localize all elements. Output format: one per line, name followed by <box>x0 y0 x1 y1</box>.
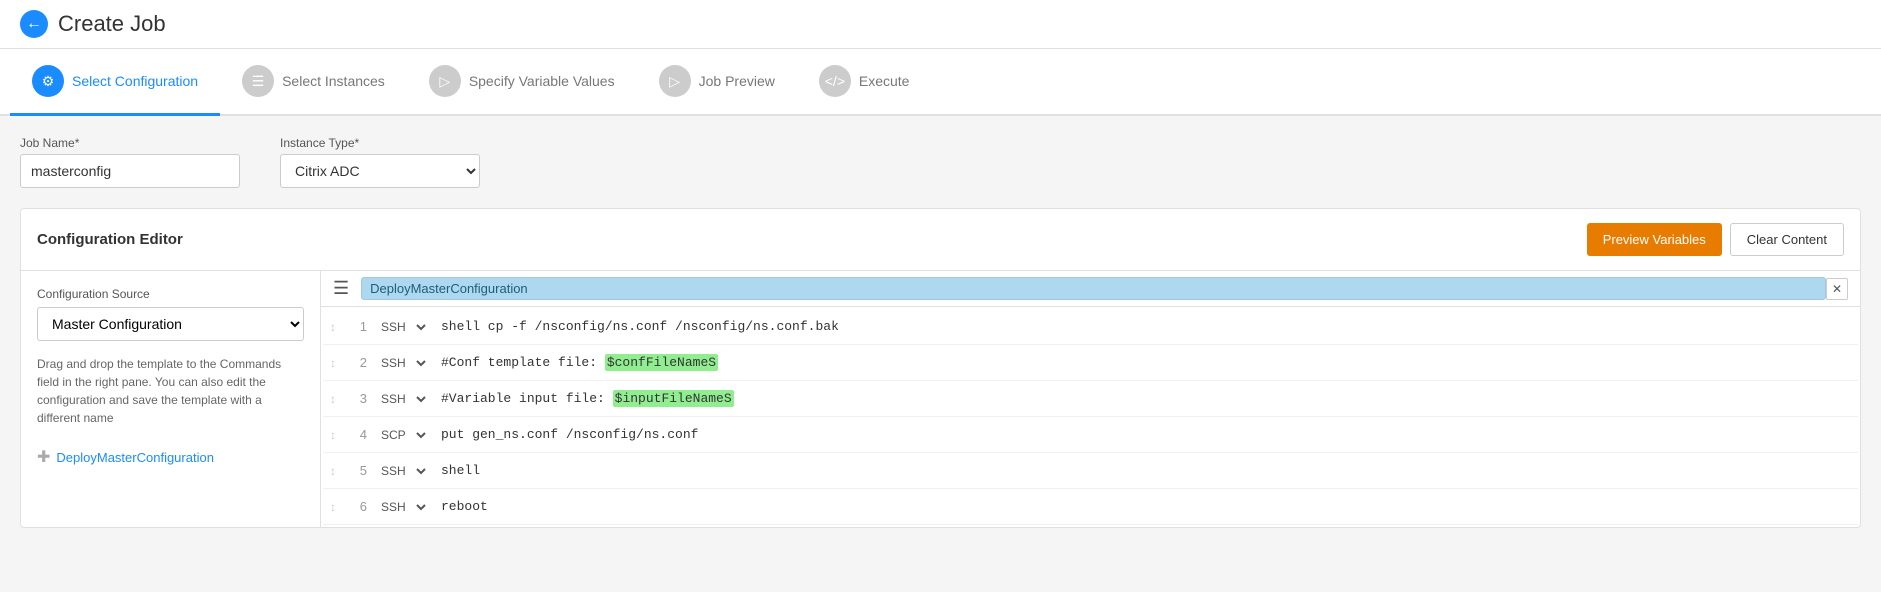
job-name-group: Job Name* <box>20 136 240 188</box>
row-type-select-1[interactable]: SSHSCP <box>377 319 429 335</box>
row-type-3: SSHSCP <box>373 391 433 407</box>
row-content-2: #Conf template file: $confFileNameS <box>433 349 1858 376</box>
page-header: ← Create Job <box>0 0 1881 49</box>
row-type-select-5[interactable]: SSHSCP <box>377 463 429 479</box>
table-row: ↕ 1 SSHSCP shell cp -f /nsconfig/ns.conf… <box>323 309 1858 345</box>
tab-label-execute: Execute <box>859 73 910 89</box>
template-item: ✚ DeployMasterConfiguration <box>37 443 304 471</box>
tab-icon-instances: ☰ <box>242 65 274 97</box>
row-type-select-3[interactable]: SSHSCP <box>377 391 429 407</box>
tab-execute[interactable]: </> Execute <box>797 49 932 116</box>
row-text-5: shell <box>441 463 480 478</box>
tab-icon-preview: ▷ <box>659 65 691 97</box>
content-area: Job Name* Instance Type* Citrix ADC Citr… <box>0 116 1881 548</box>
header-buttons: Preview Variables Clear Content <box>1587 223 1844 256</box>
row-drag-4[interactable]: ↕ <box>323 428 343 442</box>
tab-label-instances: Select Instances <box>282 73 385 89</box>
editor-active-tab: DeployMasterConfiguration <box>361 277 1826 300</box>
row-drag-1[interactable]: ↕ <box>323 320 343 334</box>
row-type-6: SSHSCP <box>373 499 433 515</box>
template-name[interactable]: DeployMasterConfiguration <box>56 450 214 465</box>
row-num-5: 5 <box>343 463 373 478</box>
row-drag-5[interactable]: ↕ <box>323 464 343 478</box>
row-num-2: 2 <box>343 355 373 370</box>
tab-job-preview[interactable]: ▷ Job Preview <box>637 49 797 116</box>
row-content-4: put gen_ns.conf /nsconfig/ns.conf <box>433 421 1858 448</box>
row-type-select-6[interactable]: SSHSCP <box>377 499 429 515</box>
tab-select-instances[interactable]: ☰ Select Instances <box>220 49 407 116</box>
tab-icon-execute: </> <box>819 65 851 97</box>
instance-type-group: Instance Type* Citrix ADC Citrix Gateway… <box>280 136 480 188</box>
editor-tab-bar: ☰ DeployMasterConfiguration ✕ <box>321 271 1860 307</box>
tab-label-preview: Job Preview <box>699 73 775 89</box>
row-type-select-4[interactable]: SCPSSH <box>377 427 429 443</box>
tab-label-config: Select Configuration <box>72 73 198 89</box>
tab-select-configuration[interactable]: ⚙ Select Configuration <box>10 49 220 116</box>
config-editor-section: Configuration Editor Preview Variables C… <box>20 208 1861 528</box>
row-content-3: #Variable input file: $inputFileNameS <box>433 385 1858 412</box>
config-editor-title: Configuration Editor <box>37 231 183 248</box>
row-text-1: shell cp -f /nsconfig/ns.conf /nsconfig/… <box>441 319 839 334</box>
instance-type-label: Instance Type* <box>280 136 480 150</box>
close-panel-button[interactable]: ✕ <box>1826 278 1848 300</box>
back-button[interactable]: ← <box>20 10 48 38</box>
row-prefix-2: #Conf template file: <box>441 355 605 370</box>
row-num-6: 6 <box>343 499 373 514</box>
row-text-4: put gen_ns.conf /nsconfig/ns.conf <box>441 427 698 442</box>
row-prefix-3: #Variable input file: <box>441 391 613 406</box>
job-name-label: Job Name* <box>20 136 240 150</box>
editor-tab-name: DeployMasterConfiguration <box>370 281 528 296</box>
row-num-4: 4 <box>343 427 373 442</box>
row-content-6: reboot <box>433 493 1858 520</box>
drag-handle-icon[interactable]: ✚ <box>37 447 50 467</box>
table-row: ↕ 4 SCPSSH put gen_ns.conf /nsconfig/ns.… <box>323 417 1858 453</box>
table-row: ↕ 2 SSHSCP #Conf template file: $confFil… <box>323 345 1858 381</box>
row-text-6: reboot <box>441 499 488 514</box>
row-var-2: $confFileNameS <box>605 354 718 371</box>
row-content-1: shell cp -f /nsconfig/ns.conf /nsconfig/… <box>433 313 1858 340</box>
row-type-5: SSHSCP <box>373 463 433 479</box>
page-title: Create Job <box>58 11 166 37</box>
config-editor-header: Configuration Editor Preview Variables C… <box>21 209 1860 271</box>
row-drag-2[interactable]: ↕ <box>323 356 343 370</box>
back-icon: ← <box>26 15 42 33</box>
row-drag-3[interactable]: ↕ <box>323 392 343 406</box>
row-type-4: SCPSSH <box>373 427 433 443</box>
right-panel: ☰ DeployMasterConfiguration ✕ ↕ 1 <box>321 271 1860 527</box>
tab-icon-config: ⚙ <box>32 65 64 97</box>
job-name-input[interactable] <box>20 154 240 188</box>
row-var-3: $inputFileNameS <box>613 390 734 407</box>
form-row: Job Name* Instance Type* Citrix ADC Citr… <box>20 136 1861 188</box>
preview-variables-button[interactable]: Preview Variables <box>1587 223 1722 256</box>
table-row: ↕ 6 SSHSCP reboot <box>323 489 1858 525</box>
tab-specify-variables[interactable]: ▷ Specify Variable Values <box>407 49 637 116</box>
config-source-select[interactable]: Master Configuration Saved Configuration <box>37 307 304 341</box>
left-panel: Configuration Source Master Configuratio… <box>21 271 321 527</box>
config-editor-body: Configuration Source Master Configuratio… <box>21 271 1860 527</box>
clear-content-button[interactable]: Clear Content <box>1730 223 1844 256</box>
row-type-1: SSHSCP <box>373 319 433 335</box>
hamburger-icon[interactable]: ☰ <box>333 278 349 299</box>
row-num-1: 1 <box>343 319 373 334</box>
row-type-select-2[interactable]: SSHSCP <box>377 355 429 371</box>
wizard-tabs: ⚙ Select Configuration ☰ Select Instance… <box>0 49 1881 116</box>
table-row: ↕ 5 SSHSCP shell <box>323 453 1858 489</box>
row-type-2: SSHSCP <box>373 355 433 371</box>
config-source-label: Configuration Source <box>37 287 304 301</box>
drag-hint: Drag and drop the template to the Comman… <box>37 355 304 427</box>
table-row: ↕ 3 SSHSCP #Variable input file: $inputF… <box>323 381 1858 417</box>
row-drag-6[interactable]: ↕ <box>323 500 343 514</box>
row-num-3: 3 <box>343 391 373 406</box>
tab-icon-vars: ▷ <box>429 65 461 97</box>
tab-label-vars: Specify Variable Values <box>469 73 615 89</box>
instance-type-select[interactable]: Citrix ADC Citrix Gateway Citrix SD-WAN <box>280 154 480 188</box>
command-table: ↕ 1 SSHSCP shell cp -f /nsconfig/ns.conf… <box>321 307 1860 527</box>
row-content-5: shell <box>433 457 1858 484</box>
